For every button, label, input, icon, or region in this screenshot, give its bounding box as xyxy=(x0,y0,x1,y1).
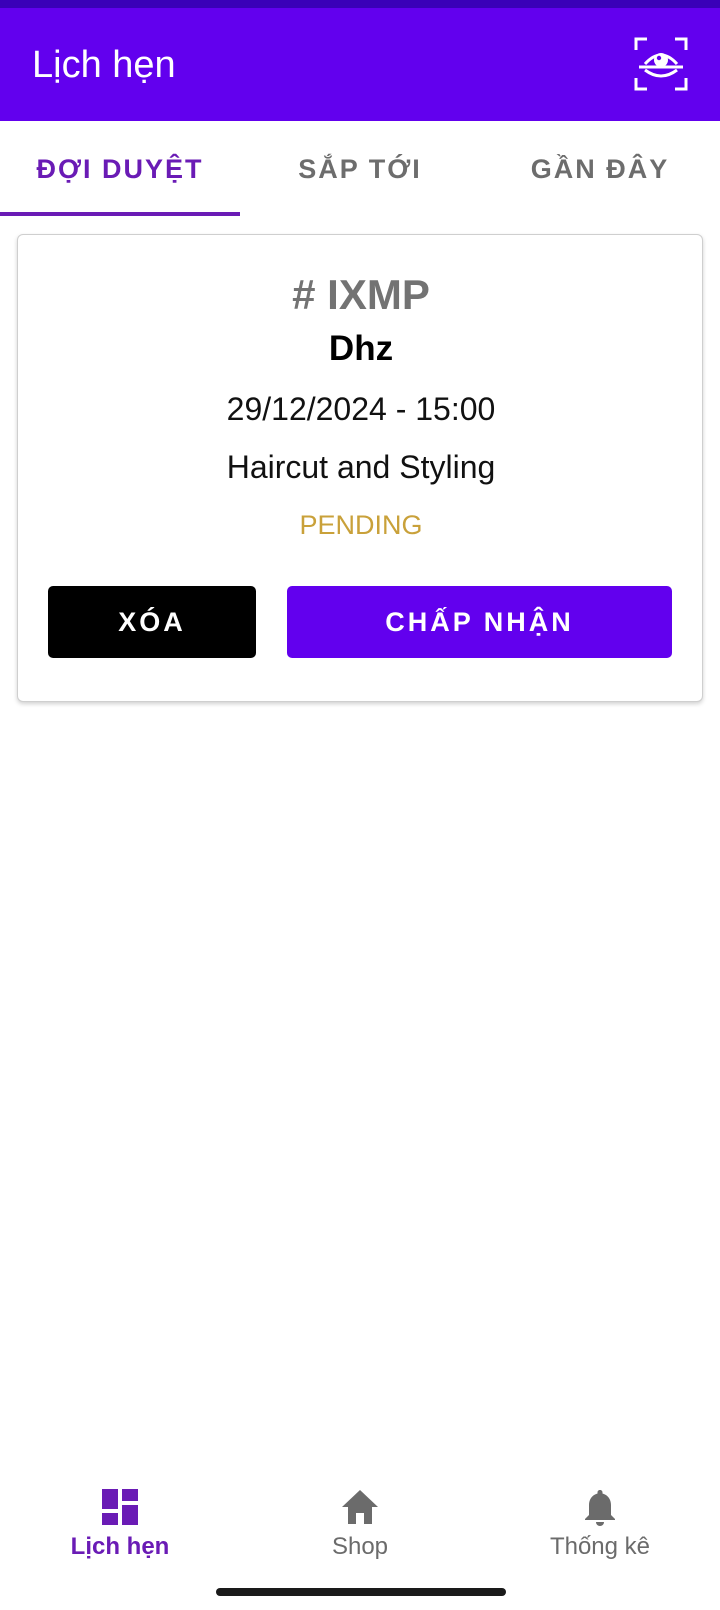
accept-button-label: CHẤP NHẬN xyxy=(385,606,574,637)
nav-item-appointments[interactable]: Lịch hẹn xyxy=(0,1465,240,1575)
tab-pending[interactable]: ĐỢI DUYỆT xyxy=(0,121,240,218)
tab-indicator xyxy=(0,212,240,216)
tab-recent[interactable]: GẦN ĐÂY xyxy=(480,121,720,218)
dashboard-icon xyxy=(102,1489,138,1525)
tab-upcoming[interactable]: SẮP TỚI xyxy=(240,121,480,218)
nav-item-shop[interactable]: Shop xyxy=(240,1465,480,1575)
home-indicator[interactable] xyxy=(216,1588,506,1596)
accept-button[interactable]: CHẤP NHẬN xyxy=(287,586,672,658)
nav-label-shop: Shop xyxy=(331,1533,389,1560)
page-title: Lịch hẹn xyxy=(32,44,176,86)
home-icon xyxy=(342,1490,378,1524)
customer-name: Dhz xyxy=(328,329,394,368)
appointment-datetime: 29/12/2024 - 15:00 xyxy=(226,391,496,427)
tab-recent-label: GẦN ĐÂY xyxy=(530,154,670,184)
bell-icon xyxy=(585,1490,615,1526)
scan-button[interactable] xyxy=(633,36,689,92)
nav-label-appointments: Lịch hẹn xyxy=(70,1533,170,1560)
nav-label-stats: Thống kê xyxy=(549,1533,651,1560)
tab-upcoming-label: SẮP TỚI xyxy=(298,154,422,184)
tab-bar: ĐỢI DUYỆT SẮP TỚI GẦN ĐÂY xyxy=(0,121,720,218)
appointment-id: # IXMP xyxy=(292,271,430,318)
status-badge: PENDING xyxy=(299,510,423,540)
nav-item-stats[interactable]: Thống kê xyxy=(480,1465,720,1575)
scan-eye-icon xyxy=(634,37,688,91)
bottom-navigation: Lịch hẹn Shop Thống kê xyxy=(0,1465,720,1575)
appointment-card: # IXMP Dhz 29/12/2024 - 15:00 Haircut an… xyxy=(17,234,703,702)
delete-button[interactable]: XÓA xyxy=(48,586,256,658)
delete-button-label: XÓA xyxy=(118,606,186,637)
app-bar: Lịch hẹn xyxy=(0,8,720,121)
tab-pending-label: ĐỢI DUYỆT xyxy=(36,154,204,184)
appointment-service: Haircut and Styling xyxy=(226,449,496,485)
status-bar xyxy=(0,0,720,8)
